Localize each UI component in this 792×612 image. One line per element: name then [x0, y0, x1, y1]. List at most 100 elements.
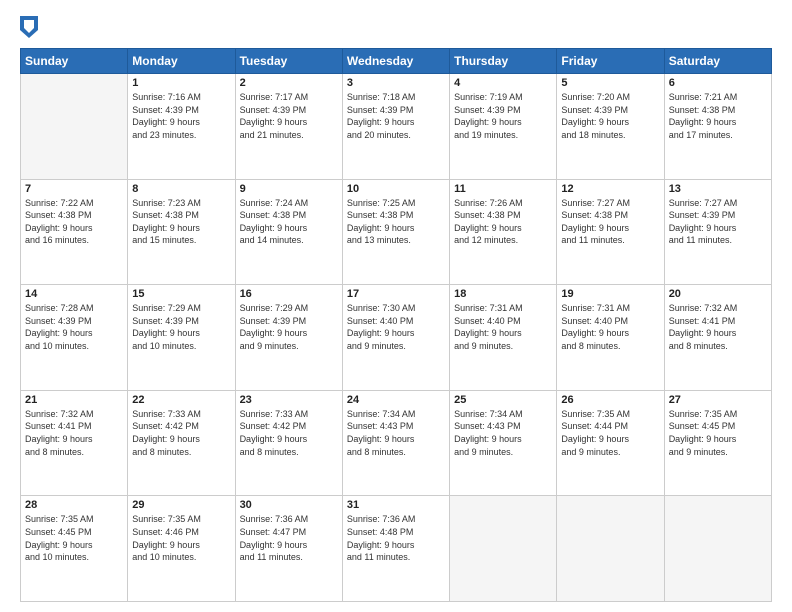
calendar-cell: 13 Sunrise: 7:27 AM Sunset: 4:39 PM Dayli… [664, 179, 771, 285]
calendar-cell [664, 496, 771, 602]
calendar-table: SundayMondayTuesdayWednesdayThursdayFrid… [20, 48, 772, 602]
day-info: Sunrise: 7:16 AM Sunset: 4:39 PM Dayligh… [132, 91, 230, 141]
day-info: Sunrise: 7:30 AM Sunset: 4:40 PM Dayligh… [347, 302, 445, 352]
weekday-header-monday: Monday [128, 49, 235, 74]
day-number: 25 [454, 394, 552, 406]
day-number: 13 [669, 183, 767, 195]
day-number: 14 [25, 288, 123, 300]
day-info: Sunrise: 7:22 AM Sunset: 4:38 PM Dayligh… [25, 197, 123, 247]
calendar-cell: 19 Sunrise: 7:31 AM Sunset: 4:40 PM Dayli… [557, 285, 664, 391]
calendar-cell: 17 Sunrise: 7:30 AM Sunset: 4:40 PM Dayli… [342, 285, 449, 391]
calendar-cell [557, 496, 664, 602]
day-number: 1 [132, 77, 230, 89]
week-row-4: 21 Sunrise: 7:32 AM Sunset: 4:41 PM Dayli… [21, 390, 772, 496]
day-info: Sunrise: 7:35 AM Sunset: 4:46 PM Dayligh… [132, 513, 230, 563]
day-info: Sunrise: 7:21 AM Sunset: 4:38 PM Dayligh… [669, 91, 767, 141]
day-info: Sunrise: 7:34 AM Sunset: 4:43 PM Dayligh… [347, 408, 445, 458]
day-number: 5 [561, 77, 659, 89]
calendar-cell: 9 Sunrise: 7:24 AM Sunset: 4:38 PM Daylig… [235, 179, 342, 285]
calendar-cell: 6Sunrise: 7:21 AM Sunset: 4:38 PM Daylig… [664, 74, 771, 180]
calendar-cell: 20 Sunrise: 7:32 AM Sunset: 4:41 PM Dayli… [664, 285, 771, 391]
weekday-header-row: SundayMondayTuesdayWednesdayThursdayFrid… [21, 49, 772, 74]
calendar-cell: 26Sunrise: 7:35 AM Sunset: 4:44 PM Dayli… [557, 390, 664, 496]
day-info: Sunrise: 7:26 AM Sunset: 4:38 PM Dayligh… [454, 197, 552, 247]
day-number: 27 [669, 394, 767, 406]
day-info: Sunrise: 7:17 AM Sunset: 4:39 PM Dayligh… [240, 91, 338, 141]
day-info: Sunrise: 7:32 AM Sunset: 4:41 PM Dayligh… [669, 302, 767, 352]
day-number: 17 [347, 288, 445, 300]
day-number: 31 [347, 499, 445, 511]
calendar-cell: 14 Sunrise: 7:28 AM Sunset: 4:39 PM Dayli… [21, 285, 128, 391]
calendar-cell: 12 Sunrise: 7:27 AM Sunset: 4:38 PM Dayli… [557, 179, 664, 285]
day-number: 21 [25, 394, 123, 406]
day-info: Sunrise: 7:31 AM Sunset: 4:40 PM Dayligh… [561, 302, 659, 352]
day-number: 16 [240, 288, 338, 300]
day-number: 15 [132, 288, 230, 300]
calendar-cell: 11Sunrise: 7:26 AM Sunset: 4:38 PM Dayli… [450, 179, 557, 285]
day-info: Sunrise: 7:35 AM Sunset: 4:45 PM Dayligh… [669, 408, 767, 458]
day-number: 4 [454, 77, 552, 89]
calendar-cell: 7 Sunrise: 7:22 AM Sunset: 4:38 PM Daylig… [21, 179, 128, 285]
day-info: Sunrise: 7:32 AM Sunset: 4:41 PM Dayligh… [25, 408, 123, 458]
weekday-header-thursday: Thursday [450, 49, 557, 74]
day-info: Sunrise: 7:23 AM Sunset: 4:38 PM Dayligh… [132, 197, 230, 247]
day-info: Sunrise: 7:36 AM Sunset: 4:48 PM Dayligh… [347, 513, 445, 563]
calendar-cell: 30 Sunrise: 7:36 AM Sunset: 4:47 PM Dayli… [235, 496, 342, 602]
day-info: Sunrise: 7:27 AM Sunset: 4:38 PM Dayligh… [561, 197, 659, 247]
day-info: Sunrise: 7:27 AM Sunset: 4:39 PM Dayligh… [669, 197, 767, 247]
weekday-header-saturday: Saturday [664, 49, 771, 74]
day-number: 12 [561, 183, 659, 195]
calendar-cell: 23 Sunrise: 7:33 AM Sunset: 4:42 PM Dayli… [235, 390, 342, 496]
calendar-cell: 24 Sunrise: 7:34 AM Sunset: 4:43 PM Dayli… [342, 390, 449, 496]
calendar-cell: 15 Sunrise: 7:29 AM Sunset: 4:39 PM Dayli… [128, 285, 235, 391]
calendar-cell: 2 Sunrise: 7:17 AM Sunset: 4:39 PM Daylig… [235, 74, 342, 180]
calendar-cell: 1 Sunrise: 7:16 AM Sunset: 4:39 PM Daylig… [128, 74, 235, 180]
calendar-cell: 25 Sunrise: 7:34 AM Sunset: 4:43 PM Dayli… [450, 390, 557, 496]
calendar-cell [21, 74, 128, 180]
day-info: Sunrise: 7:24 AM Sunset: 4:38 PM Dayligh… [240, 197, 338, 247]
day-number: 29 [132, 499, 230, 511]
calendar-cell: 21 Sunrise: 7:32 AM Sunset: 4:41 PM Dayli… [21, 390, 128, 496]
day-info: Sunrise: 7:19 AM Sunset: 4:39 PM Dayligh… [454, 91, 552, 141]
day-number: 23 [240, 394, 338, 406]
page: SundayMondayTuesdayWednesdayThursdayFrid… [0, 0, 792, 612]
day-number: 28 [25, 499, 123, 511]
calendar-cell: 28 Sunrise: 7:35 AM Sunset: 4:45 PM Dayli… [21, 496, 128, 602]
weekday-header-wednesday: Wednesday [342, 49, 449, 74]
calendar-cell: 29 Sunrise: 7:35 AM Sunset: 4:46 PM Dayli… [128, 496, 235, 602]
day-number: 7 [25, 183, 123, 195]
header [20, 16, 772, 38]
week-row-1: 1 Sunrise: 7:16 AM Sunset: 4:39 PM Daylig… [21, 74, 772, 180]
week-row-3: 14 Sunrise: 7:28 AM Sunset: 4:39 PM Dayli… [21, 285, 772, 391]
day-number: 2 [240, 77, 338, 89]
calendar-cell: 4 Sunrise: 7:19 AM Sunset: 4:39 PM Daylig… [450, 74, 557, 180]
day-number: 30 [240, 499, 338, 511]
calendar-cell: 3Sunrise: 7:18 AM Sunset: 4:39 PM Daylig… [342, 74, 449, 180]
calendar-cell: 18Sunrise: 7:31 AM Sunset: 4:40 PM Dayli… [450, 285, 557, 391]
day-info: Sunrise: 7:33 AM Sunset: 4:42 PM Dayligh… [240, 408, 338, 458]
day-info: Sunrise: 7:28 AM Sunset: 4:39 PM Dayligh… [25, 302, 123, 352]
weekday-header-friday: Friday [557, 49, 664, 74]
day-number: 10 [347, 183, 445, 195]
day-info: Sunrise: 7:35 AM Sunset: 4:45 PM Dayligh… [25, 513, 123, 563]
day-info: Sunrise: 7:34 AM Sunset: 4:43 PM Dayligh… [454, 408, 552, 458]
week-row-5: 28 Sunrise: 7:35 AM Sunset: 4:45 PM Dayli… [21, 496, 772, 602]
day-number: 26 [561, 394, 659, 406]
day-number: 8 [132, 183, 230, 195]
day-number: 19 [561, 288, 659, 300]
day-info: Sunrise: 7:29 AM Sunset: 4:39 PM Dayligh… [132, 302, 230, 352]
calendar-cell: 8 Sunrise: 7:23 AM Sunset: 4:38 PM Daylig… [128, 179, 235, 285]
calendar-cell: 27 Sunrise: 7:35 AM Sunset: 4:45 PM Dayli… [664, 390, 771, 496]
weekday-header-tuesday: Tuesday [235, 49, 342, 74]
day-info: Sunrise: 7:29 AM Sunset: 4:39 PM Dayligh… [240, 302, 338, 352]
generalblue-icon [20, 16, 38, 38]
day-number: 20 [669, 288, 767, 300]
calendar-cell: 10Sunrise: 7:25 AM Sunset: 4:38 PM Dayli… [342, 179, 449, 285]
calendar-cell: 22Sunrise: 7:33 AM Sunset: 4:42 PM Dayli… [128, 390, 235, 496]
day-number: 9 [240, 183, 338, 195]
calendar-cell [450, 496, 557, 602]
day-number: 24 [347, 394, 445, 406]
calendar-cell: 5Sunrise: 7:20 AM Sunset: 4:39 PM Daylig… [557, 74, 664, 180]
day-info: Sunrise: 7:36 AM Sunset: 4:47 PM Dayligh… [240, 513, 338, 563]
weekday-header-sunday: Sunday [21, 49, 128, 74]
